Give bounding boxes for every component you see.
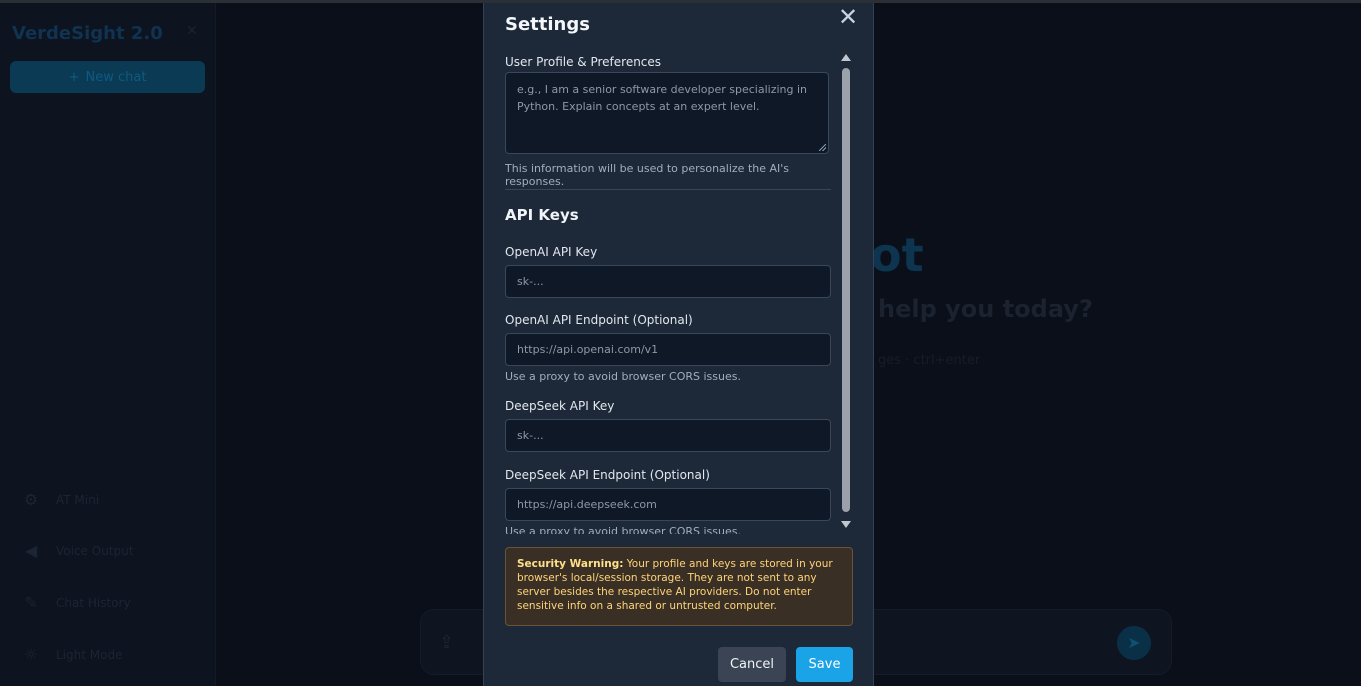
profile-help-text: This information will be used to persona… <box>505 162 790 188</box>
new-chat-label: New chat <box>85 69 147 85</box>
openai-key-placeholder: sk-... <box>517 275 544 288</box>
sidebar-item-label: Voice Output <box>56 544 134 558</box>
deepseek-endpoint-input[interactable]: https://api.deepseek.com <box>505 488 831 521</box>
openai-endpoint-help: Use a proxy to avoid browser CORS issues… <box>505 370 741 383</box>
deepseek-endpoint-help: Use a proxy to avoid browser CORS issues… <box>505 525 741 534</box>
send-button[interactable]: ➤ <box>1117 626 1151 660</box>
sidebar-item-voice-output[interactable]: ◀ Voice Output <box>20 539 134 563</box>
profile-label: User Profile & Preferences <box>505 55 662 69</box>
resize-grip-icon[interactable] <box>819 144 826 151</box>
deepseek-endpoint-label: DeepSeek API Endpoint (Optional) <box>505 468 710 482</box>
modal-title: Settings <box>505 14 590 35</box>
deepseek-endpoint-placeholder: https://api.deepseek.com <box>517 498 657 511</box>
sidebar-close-icon[interactable]: ✕ <box>186 23 198 39</box>
sidebar: VerdeSight 2.0 ✕ + New chat ⚙ AT Mini ◀ … <box>0 3 216 686</box>
sidebar-item-light-mode[interactable]: ☼ Light Mode <box>20 643 123 667</box>
sidebar-item-label: Light Mode <box>56 648 123 662</box>
gear-icon: ⚙ <box>23 490 39 509</box>
openai-endpoint-input[interactable]: https://api.openai.com/v1 <box>505 333 831 366</box>
openai-endpoint-placeholder: https://api.openai.com/v1 <box>517 343 659 356</box>
hero-hint: ges · ctrl+enter <box>878 353 981 368</box>
broom-icon: ✎ <box>24 593 38 612</box>
sidebar-item-ai-mini[interactable]: ⚙ AT Mini <box>20 488 99 512</box>
deepseek-key-placeholder: sk-... <box>517 429 544 442</box>
hero-subtitle: help you today? <box>878 295 1093 323</box>
sidebar-item-chat-history[interactable]: ✎ Chat History <box>20 591 131 615</box>
openai-key-input[interactable]: sk-... <box>505 265 831 298</box>
save-button[interactable]: Save <box>796 647 853 682</box>
api-keys-heading: API Keys <box>505 206 579 224</box>
speaker-icon: ◀ <box>24 541 38 560</box>
sidebar-item-label: AT Mini <box>56 493 100 507</box>
profile-textarea[interactable]: e.g., I am a senior software developer s… <box>505 72 829 154</box>
security-warning: Security Warning: Your profile and keys … <box>505 547 853 626</box>
new-chat-button[interactable]: + New chat <box>10 61 205 93</box>
attach-icon[interactable]: ⇪ <box>439 632 454 653</box>
openai-key-label: OpenAI API Key <box>505 245 598 259</box>
section-divider <box>505 189 831 190</box>
deepseek-key-label: DeepSeek API Key <box>505 399 615 413</box>
scroll-down-icon[interactable] <box>841 521 851 528</box>
hero-title: ot <box>870 228 924 282</box>
deepseek-key-input[interactable]: sk-... <box>505 419 831 452</box>
close-icon[interactable]: ✕ <box>836 5 860 29</box>
plus-icon: + <box>68 69 80 85</box>
openai-endpoint-label: OpenAI API Endpoint (Optional) <box>505 313 693 327</box>
sun-icon: ☼ <box>23 645 39 664</box>
scrollbar-thumb[interactable] <box>842 68 850 512</box>
cancel-button[interactable]: Cancel <box>718 647 786 682</box>
profile-placeholder: e.g., I am a senior software developer s… <box>517 83 808 113</box>
scroll-up-icon[interactable] <box>841 54 851 61</box>
app-title: VerdeSight 2.0 <box>12 23 163 44</box>
settings-scroll-area[interactable]: User Profile & Preferences e.g., I am a … <box>505 52 831 534</box>
sidebar-item-label: Chat History <box>56 596 131 610</box>
settings-modal: Settings ✕ User Profile & Preferences e.… <box>483 3 874 686</box>
warning-title: Security Warning: <box>517 558 624 570</box>
